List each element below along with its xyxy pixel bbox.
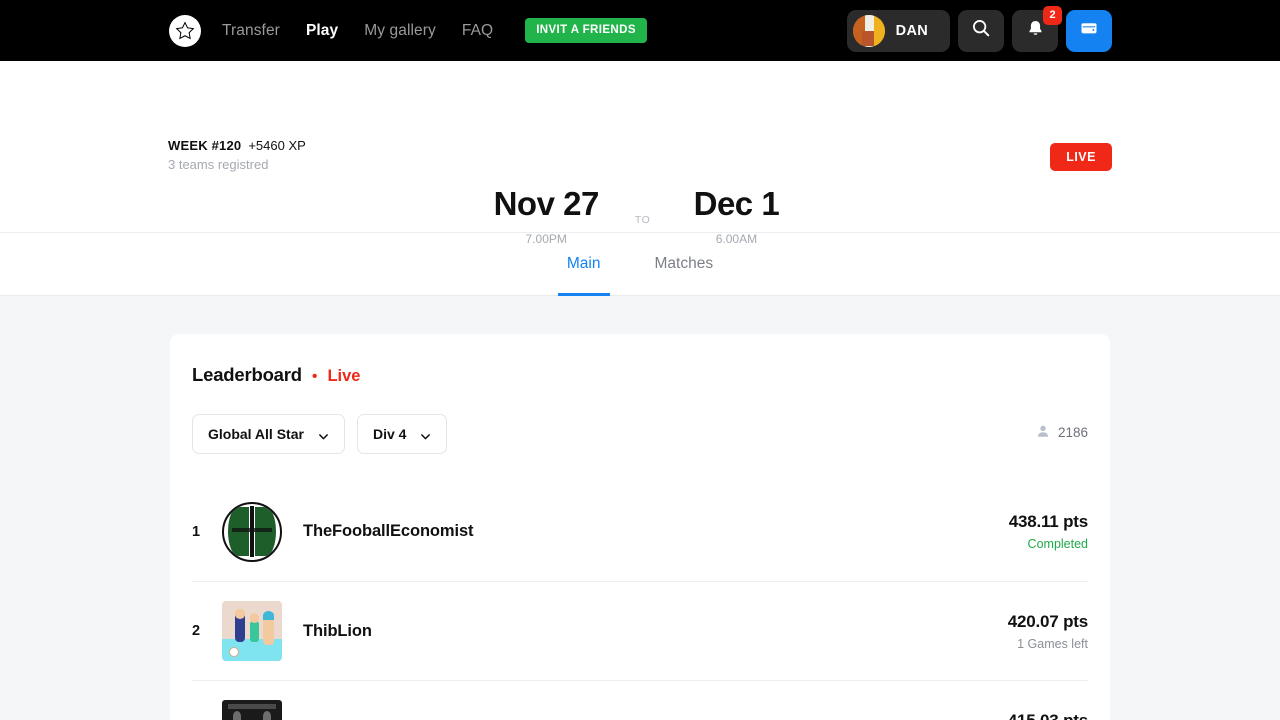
top-navigation-bar: Transfer Play My gallery FAQ INVIT A FRI… <box>0 0 1280 61</box>
filter-division-select[interactable]: Div 4 <box>356 414 448 454</box>
row-team-name: TheFooballEconomist <box>303 522 474 540</box>
live-status-badge[interactable]: LIVE <box>1050 143 1112 171</box>
leaderboard-card: Leaderboard • Live Global All Star Div 4 <box>170 334 1110 720</box>
row-points: 438.11 pts <box>1008 512 1088 531</box>
search-button[interactable] <box>958 9 1004 52</box>
nav-link-faq[interactable]: FAQ <box>462 22 493 40</box>
table-row[interactable]: 2 ThibLion 420.07 pts 1 Games left <box>192 581 1088 680</box>
table-row[interactable]: 1 TheFooballEconomist 438.11 pts Complet… <box>192 482 1088 581</box>
page-content: Leaderboard • Live Global All Star Div 4 <box>0 296 1280 720</box>
week-header-section: WEEK #120 +5460 XP 3 teams registred LIVE… <box>0 61 1280 246</box>
member-count: 2186 <box>1036 424 1088 441</box>
user-name-label: DAN <box>895 22 928 39</box>
teams-registered-label: 3 teams registred <box>168 157 269 172</box>
row-score: 415.03 pts Completed <box>1008 711 1088 720</box>
main-nav-links: Transfer Play My gallery FAQ INVIT A FRI… <box>222 18 647 43</box>
leaderboard-rows: 1 TheFooballEconomist 438.11 pts Complet… <box>192 482 1088 720</box>
row-points: 415.03 pts <box>1007 710 1088 720</box>
tab-matches[interactable]: Matches <box>646 233 723 296</box>
star-ball-logo-icon[interactable] <box>168 14 202 48</box>
chevron-down-icon <box>318 429 329 440</box>
row-rank: 1 <box>192 523 201 540</box>
leaderboard-live-label: Live <box>327 367 361 385</box>
notification-badge: 2 <box>1043 5 1062 25</box>
filter-league-select[interactable]: Global All Star <box>192 414 345 454</box>
notifications-button[interactable]: 2 <box>1012 5 1062 52</box>
wallet-button[interactable] <box>1066 9 1112 52</box>
avatar <box>852 14 885 47</box>
tab-main[interactable]: Main <box>557 233 610 296</box>
week-info: WEEK #120 +5460 XP 3 teams registred <box>168 138 306 172</box>
row-team-name: ThibLion <box>303 621 372 640</box>
start-date-label: Nov 27 <box>493 185 600 222</box>
row-score: 438.11 pts Completed <box>1009 512 1088 551</box>
table-row[interactable]: 3 Flicknife27 415.03 pts Completed <box>192 680 1088 720</box>
filter-division-label: Div 4 <box>372 426 407 442</box>
row-points: 420.07 pts <box>1007 611 1088 631</box>
wallet-icon <box>1079 18 1099 43</box>
bell-icon <box>1026 19 1045 43</box>
week-number-label: WEEK #120 <box>168 138 242 153</box>
nav-link-transfer[interactable]: Transfer <box>222 22 280 40</box>
team-avatar <box>222 601 282 661</box>
page-title: Leaderboard <box>192 364 302 385</box>
leaderboard-header: Leaderboard • Live <box>192 364 1088 386</box>
date-range-separator: TO <box>634 214 651 226</box>
live-dot-icon: • <box>311 368 318 385</box>
week-xp-label: +5460 XP <box>248 138 306 153</box>
status-badge: 1 Games left <box>1017 636 1088 651</box>
nav-right-actions: DAN 2 <box>846 0 1112 61</box>
chevron-down-icon <box>420 429 431 440</box>
team-avatar <box>222 700 282 720</box>
leaderboard-filters: Global All Star Div 4 2186 <box>192 414 1088 454</box>
filter-league-label: Global All Star <box>208 426 304 442</box>
team-avatar <box>222 501 282 562</box>
end-date-label: Dec 1 <box>693 185 780 222</box>
search-icon <box>971 18 991 43</box>
user-profile-button[interactable]: DAN <box>846 9 950 52</box>
person-icon <box>1036 424 1050 441</box>
status-badge: Completed <box>1027 537 1088 551</box>
row-rank: 2 <box>192 623 201 639</box>
week-title-line: WEEK #120 +5460 XP <box>168 138 306 153</box>
nav-link-play[interactable]: Play <box>306 22 338 40</box>
date-range: Nov 27 7.00PM TO Dec 1 6.00AM <box>0 185 1280 246</box>
nav-link-my-gallery[interactable]: My gallery <box>364 22 436 40</box>
invite-friends-button[interactable]: INVIT A FRIENDS <box>525 18 647 43</box>
row-score: 420.07 pts 1 Games left <box>1008 612 1088 651</box>
member-count-label: 2186 <box>1057 425 1088 440</box>
